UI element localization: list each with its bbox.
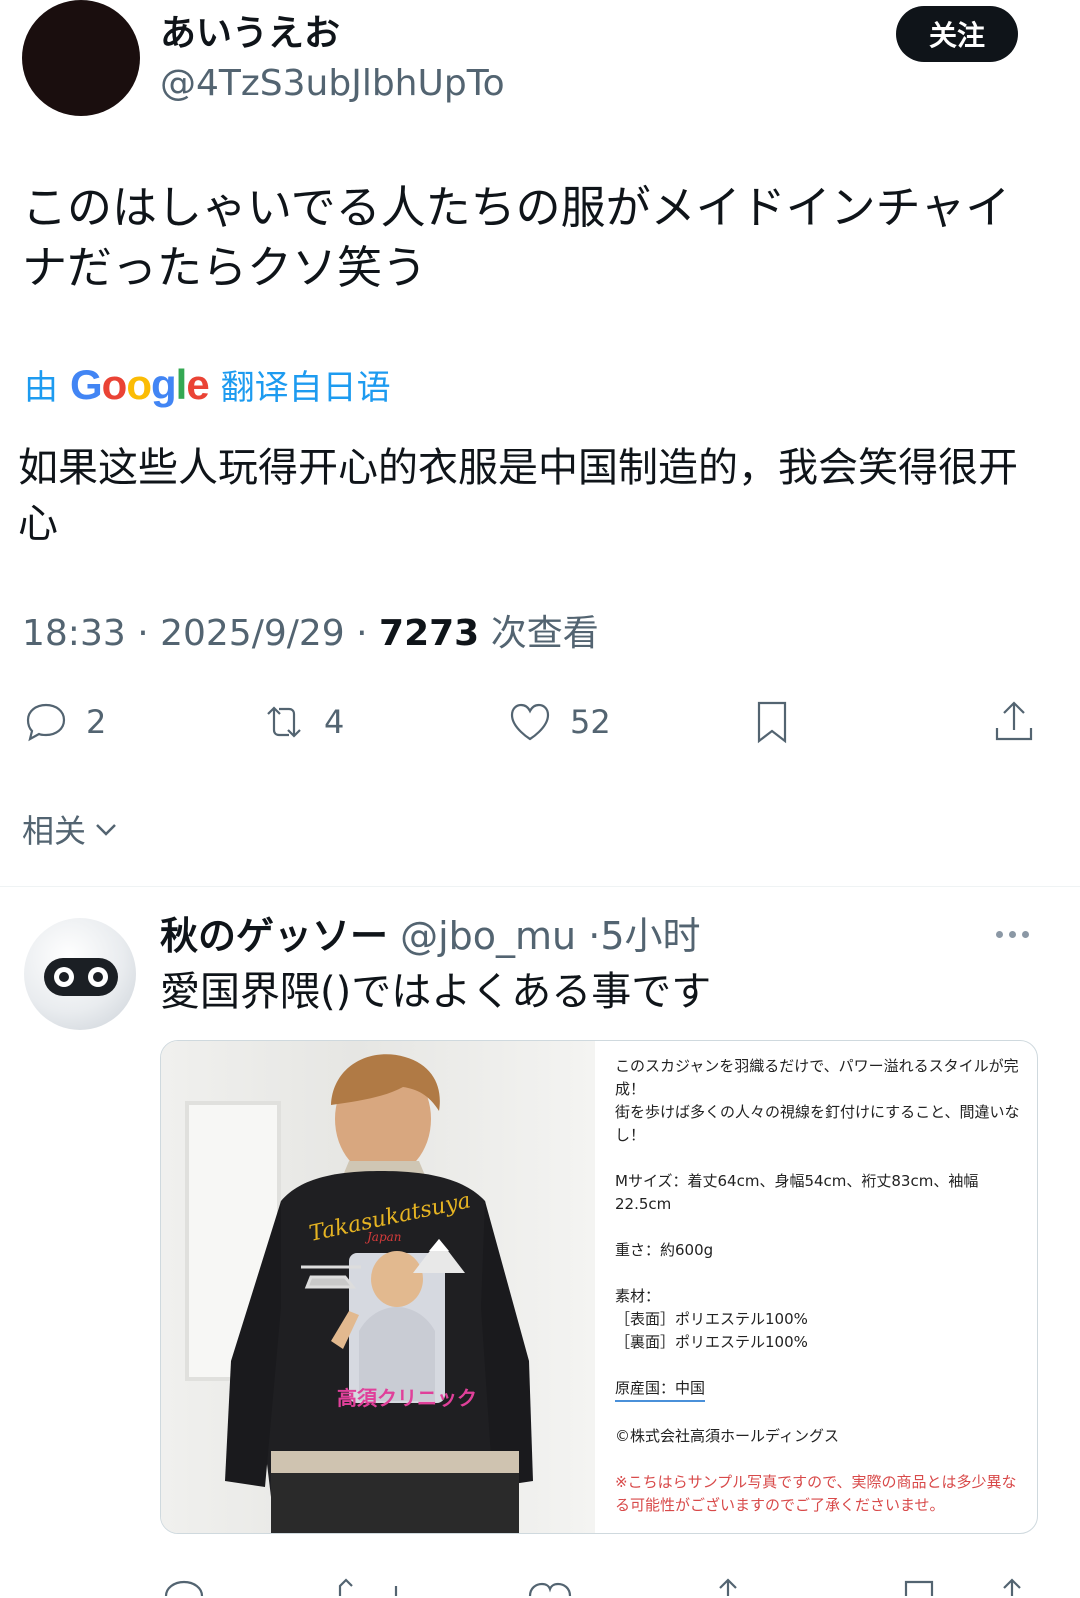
copyright-line: ©株式会社高須ホールディングス xyxy=(615,1427,839,1445)
reply-action-icons xyxy=(164,1578,1021,1597)
jacket-sub-text: Japan xyxy=(364,1230,402,1244)
reply-action-bar xyxy=(160,1556,1040,1598)
translation-attribution[interactable]: 由 Google 翻译自日语 xyxy=(24,360,391,409)
reply-count: 2 xyxy=(86,703,107,741)
jacket-logo-text: 高須クリニック xyxy=(337,1386,477,1410)
reply-time[interactable]: 5小时 xyxy=(600,914,700,958)
reply-author-avatar[interactable] xyxy=(24,918,136,1030)
reply-action[interactable]: 2 xyxy=(22,698,106,746)
description-line: ［表面］ポリエステル100% xyxy=(615,1310,808,1328)
retweet-count: 4 xyxy=(324,703,345,741)
translation-prefix: 由 xyxy=(24,368,58,408)
meta-separator: · xyxy=(588,914,601,958)
share-action[interactable] xyxy=(990,698,1038,746)
robot-eye xyxy=(54,967,74,987)
translation-suffix: 翻译自日语 xyxy=(220,368,391,408)
jacket-illustration: Takasukatsuya Japan 高須クリニック xyxy=(225,1054,533,1533)
author-handle[interactable]: @4TzS3ubJlbhUpTo xyxy=(160,62,505,106)
product-description: このスカジャンを羽織るだけで、パワー溢れるスタイルが完成！ 街を歩けば多くの人々… xyxy=(595,1041,1037,1533)
description-line: 街を歩けば多くの人々の視線を釘付けにすること、間違いなし！ xyxy=(615,1103,1020,1144)
reply-text: 愛国界隈()ではよくある事です xyxy=(160,969,712,1015)
view-count: 7273 xyxy=(379,613,480,654)
share-icon xyxy=(995,701,1033,741)
bookmark-icon xyxy=(757,701,787,744)
tweet-meta: 18:33 · 2025/9/29 · 7273 次查看 xyxy=(22,610,599,658)
retweet-action[interactable]: 4 xyxy=(260,698,344,746)
like-count: 52 xyxy=(570,703,611,741)
description-line: 素材： xyxy=(615,1287,661,1305)
reply-author-handle[interactable]: @jbo_mu xyxy=(400,914,576,958)
description-line: このスカジャンを羽織るだけで、パワー溢れるスタイルが完成！ xyxy=(615,1057,1019,1098)
translated-text: 如果这些人玩得开心的衣服是中国制造的，我会笑得很开心 xyxy=(18,445,1018,547)
jacket-photo: Takasukatsuya Japan 高須クリニック xyxy=(161,1041,595,1533)
tweet-date[interactable]: 2025/9/29 xyxy=(160,613,345,654)
description-line: 重さ：約600g xyxy=(615,1241,714,1259)
author-avatar[interactable] xyxy=(22,0,140,116)
related-toggle[interactable]: 相关 xyxy=(22,806,120,852)
description-line: ［裏面］ポリエステル100% xyxy=(615,1333,808,1351)
description-line: Mサイズ：着丈64cm、身幅54cm、裄丈83cm、袖幅22.5cm xyxy=(615,1172,979,1213)
like-action[interactable]: 52 xyxy=(506,698,611,746)
reply-author-name[interactable]: 秋のゲッソー xyxy=(160,914,388,958)
retweet-icon xyxy=(267,706,301,738)
meta-separator: · xyxy=(137,613,161,654)
google-logo: Google xyxy=(70,360,210,408)
view-label: 次查看 xyxy=(490,613,599,654)
chevron-down-icon xyxy=(96,824,116,836)
author-display-name[interactable]: あいうえお xyxy=(160,12,340,56)
sample-note: ※こちはらサンプル写真ですので、実際の商品とは多少異なる可能性がございますのでご… xyxy=(615,1473,1017,1514)
robot-eye xyxy=(88,967,108,987)
reply-icon xyxy=(26,703,66,742)
heart-icon xyxy=(510,703,550,741)
meta-separator: · xyxy=(356,613,380,654)
tweet-time[interactable]: 18:33 xyxy=(22,613,126,654)
robot-visor xyxy=(44,958,118,996)
related-label: 相关 xyxy=(22,812,87,850)
more-options-icon[interactable] xyxy=(996,922,1036,946)
tweet-text: このはしゃいでる人たちの服がメイドインチャイナだったらクソ笑う xyxy=(22,181,1011,294)
divider xyxy=(0,886,1080,887)
origin-line: 原産国：中国 xyxy=(615,1377,706,1402)
bookmark-action[interactable] xyxy=(748,698,796,746)
follow-button[interactable]: 关注 xyxy=(896,6,1018,62)
reply-header: 秋のゲッソー @jbo_mu ·5小时 xyxy=(160,910,701,962)
reply-media[interactable]: Takasukatsuya Japan 高須クリニック このスカジャンを羽織るだ… xyxy=(160,1040,1038,1534)
